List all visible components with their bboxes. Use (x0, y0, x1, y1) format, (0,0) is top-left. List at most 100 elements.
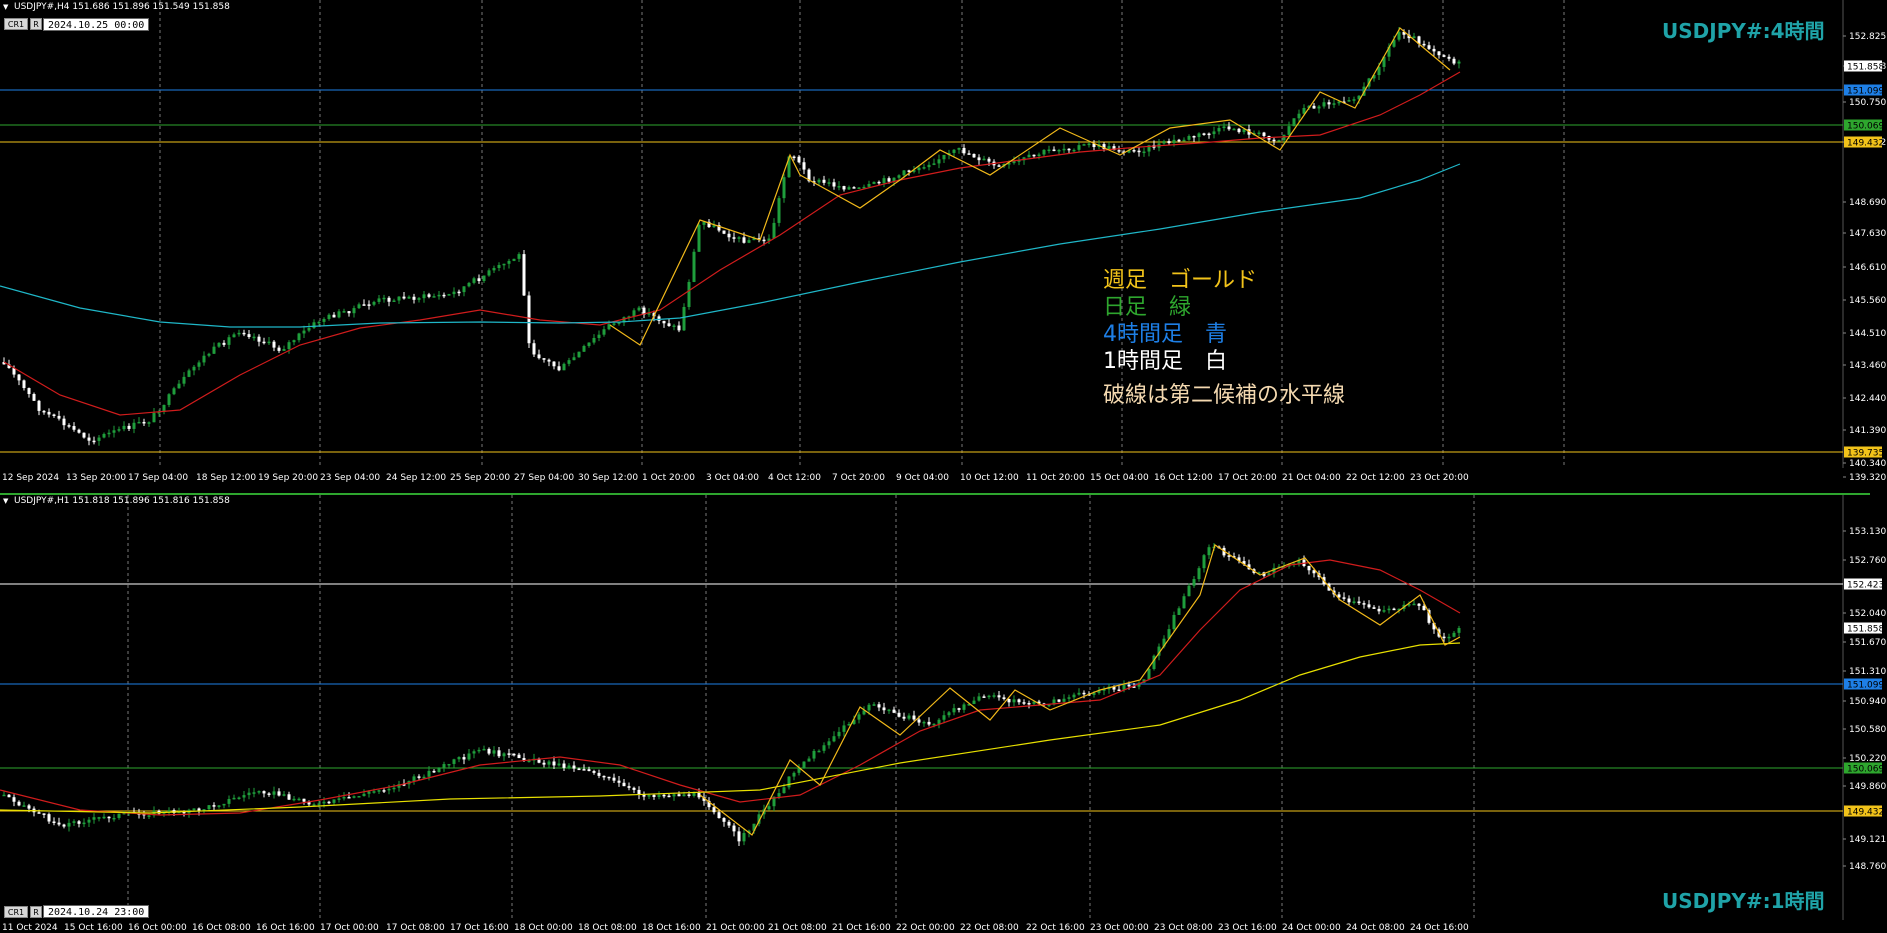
candle-body (382, 297, 386, 300)
candle-body (1017, 699, 1021, 703)
candle-body (1342, 597, 1346, 599)
candle-body (557, 763, 561, 766)
h4-chart-pane[interactable]: 152.825 151.858 150.750 149.432 148.690 147.6… (0, 0, 1887, 484)
candle-body (532, 343, 536, 355)
candle-body (152, 412, 156, 423)
candle-body (817, 179, 821, 183)
ma-yellow (0, 642, 1461, 814)
cr1-button[interactable]: CR1 (4, 906, 28, 918)
candle-body (327, 314, 331, 319)
candle-body (72, 426, 76, 430)
price-axis-label: 152.825 (1849, 32, 1886, 42)
candle-body (42, 410, 46, 413)
h4-chart-canvas[interactable]: 152.825 151.858 150.750 149.432 148.690 147.6… (0, 0, 1887, 484)
candle-body (67, 425, 71, 427)
time-axis-label: 15 Oct 04:00 (1090, 473, 1149, 483)
time-axis-label: 12 Sep 2024 (2, 473, 59, 483)
price-axis-label: 148.760 (1849, 862, 1886, 872)
r-button[interactable]: R (30, 906, 42, 918)
candle-body (142, 421, 146, 424)
time-axis-label: 18 Sep 12:00 (196, 473, 256, 483)
candle-body (422, 776, 426, 779)
candle-body (677, 794, 681, 797)
candle-body (572, 357, 576, 361)
candle-body (422, 294, 426, 299)
candle-body (252, 336, 256, 339)
candle-body (302, 798, 306, 802)
time-axis-label: 23 Sep 04:00 (320, 473, 380, 483)
price-axis-label: 146.610 (1849, 263, 1886, 273)
candle-body (317, 803, 321, 805)
candle-body (1177, 139, 1181, 142)
legend-dashed-note: 破線は第二候補の水平線 (1103, 383, 1346, 408)
candle-body (1362, 603, 1366, 605)
time-axis-label: 18 Oct 16:00 (642, 923, 701, 933)
candle-body (97, 817, 101, 819)
candle-body (1082, 144, 1086, 146)
candle-body (877, 181, 881, 184)
collapse-triangle-icon[interactable]: ▼ (3, 3, 8, 11)
candle-body (647, 794, 651, 797)
candle-body (237, 797, 241, 800)
time-axis-label: 7 Oct 20:00 (832, 473, 885, 483)
time-axis-label: 16 Oct 12:00 (1154, 473, 1213, 483)
candle-body (1232, 128, 1236, 131)
candle-body (1197, 133, 1201, 138)
candle-body (1347, 598, 1351, 603)
time-axis-label: 27 Sep 04:00 (514, 473, 574, 483)
candle-body (112, 817, 116, 820)
candle-body (942, 154, 946, 160)
candle-body (727, 821, 731, 826)
candle-body (467, 753, 471, 760)
candle-body (1192, 136, 1196, 138)
candle-body (287, 794, 291, 800)
candle-body (842, 186, 846, 190)
candle-body (62, 418, 66, 426)
candle-body (1167, 141, 1171, 144)
candle-body (242, 332, 246, 335)
candle-body (1012, 699, 1016, 703)
candle-body (322, 801, 326, 804)
candle-body (357, 796, 361, 798)
candle-body (547, 359, 551, 362)
candle-body (522, 254, 526, 296)
candle-body (37, 400, 41, 411)
candle-body (867, 704, 871, 711)
candle-body (852, 187, 856, 189)
candle-body (232, 797, 236, 800)
candle-body (737, 237, 741, 239)
candle-body (357, 304, 361, 309)
candle-body (1387, 608, 1391, 611)
candle-body (52, 821, 56, 824)
candle-body (62, 824, 66, 827)
price-axis-label: 144.510 (1849, 329, 1886, 339)
candle-body (392, 300, 396, 303)
candle-body (272, 341, 276, 348)
candle-body (282, 348, 286, 351)
candle-body (277, 347, 281, 351)
time-axis-label: 10 Oct 12:00 (960, 473, 1019, 483)
h1-chart-canvas[interactable]: 153.130 152.760 152.040 151.670 151.310 150.9… (0, 495, 1887, 933)
candle-body (167, 810, 171, 812)
candle-body (832, 182, 836, 187)
candle-body (1452, 632, 1456, 637)
candle-body (1067, 697, 1071, 699)
current-price-text: 151.858 (1847, 63, 1884, 73)
h1-chart-pane[interactable]: 153.130 152.760 152.040 151.670 151.310 150.9… (0, 495, 1887, 933)
candle-body (1002, 697, 1006, 700)
candle-body (1192, 579, 1196, 586)
candle-body (507, 753, 511, 755)
candle-body (332, 799, 336, 803)
candle-body (257, 336, 261, 342)
time-axis-label: 24 Sep 12:00 (386, 473, 446, 483)
candle-body (97, 437, 101, 441)
candle-body (1347, 100, 1351, 102)
cr1-button[interactable]: CR1 (4, 18, 28, 30)
r-button[interactable]: R (30, 18, 42, 30)
collapse-triangle-icon[interactable]: ▼ (3, 497, 8, 505)
candle-body (902, 170, 906, 176)
candle-body (112, 430, 116, 433)
candle-body (277, 791, 281, 796)
candle-body (1442, 636, 1446, 639)
candle-body (37, 812, 41, 814)
